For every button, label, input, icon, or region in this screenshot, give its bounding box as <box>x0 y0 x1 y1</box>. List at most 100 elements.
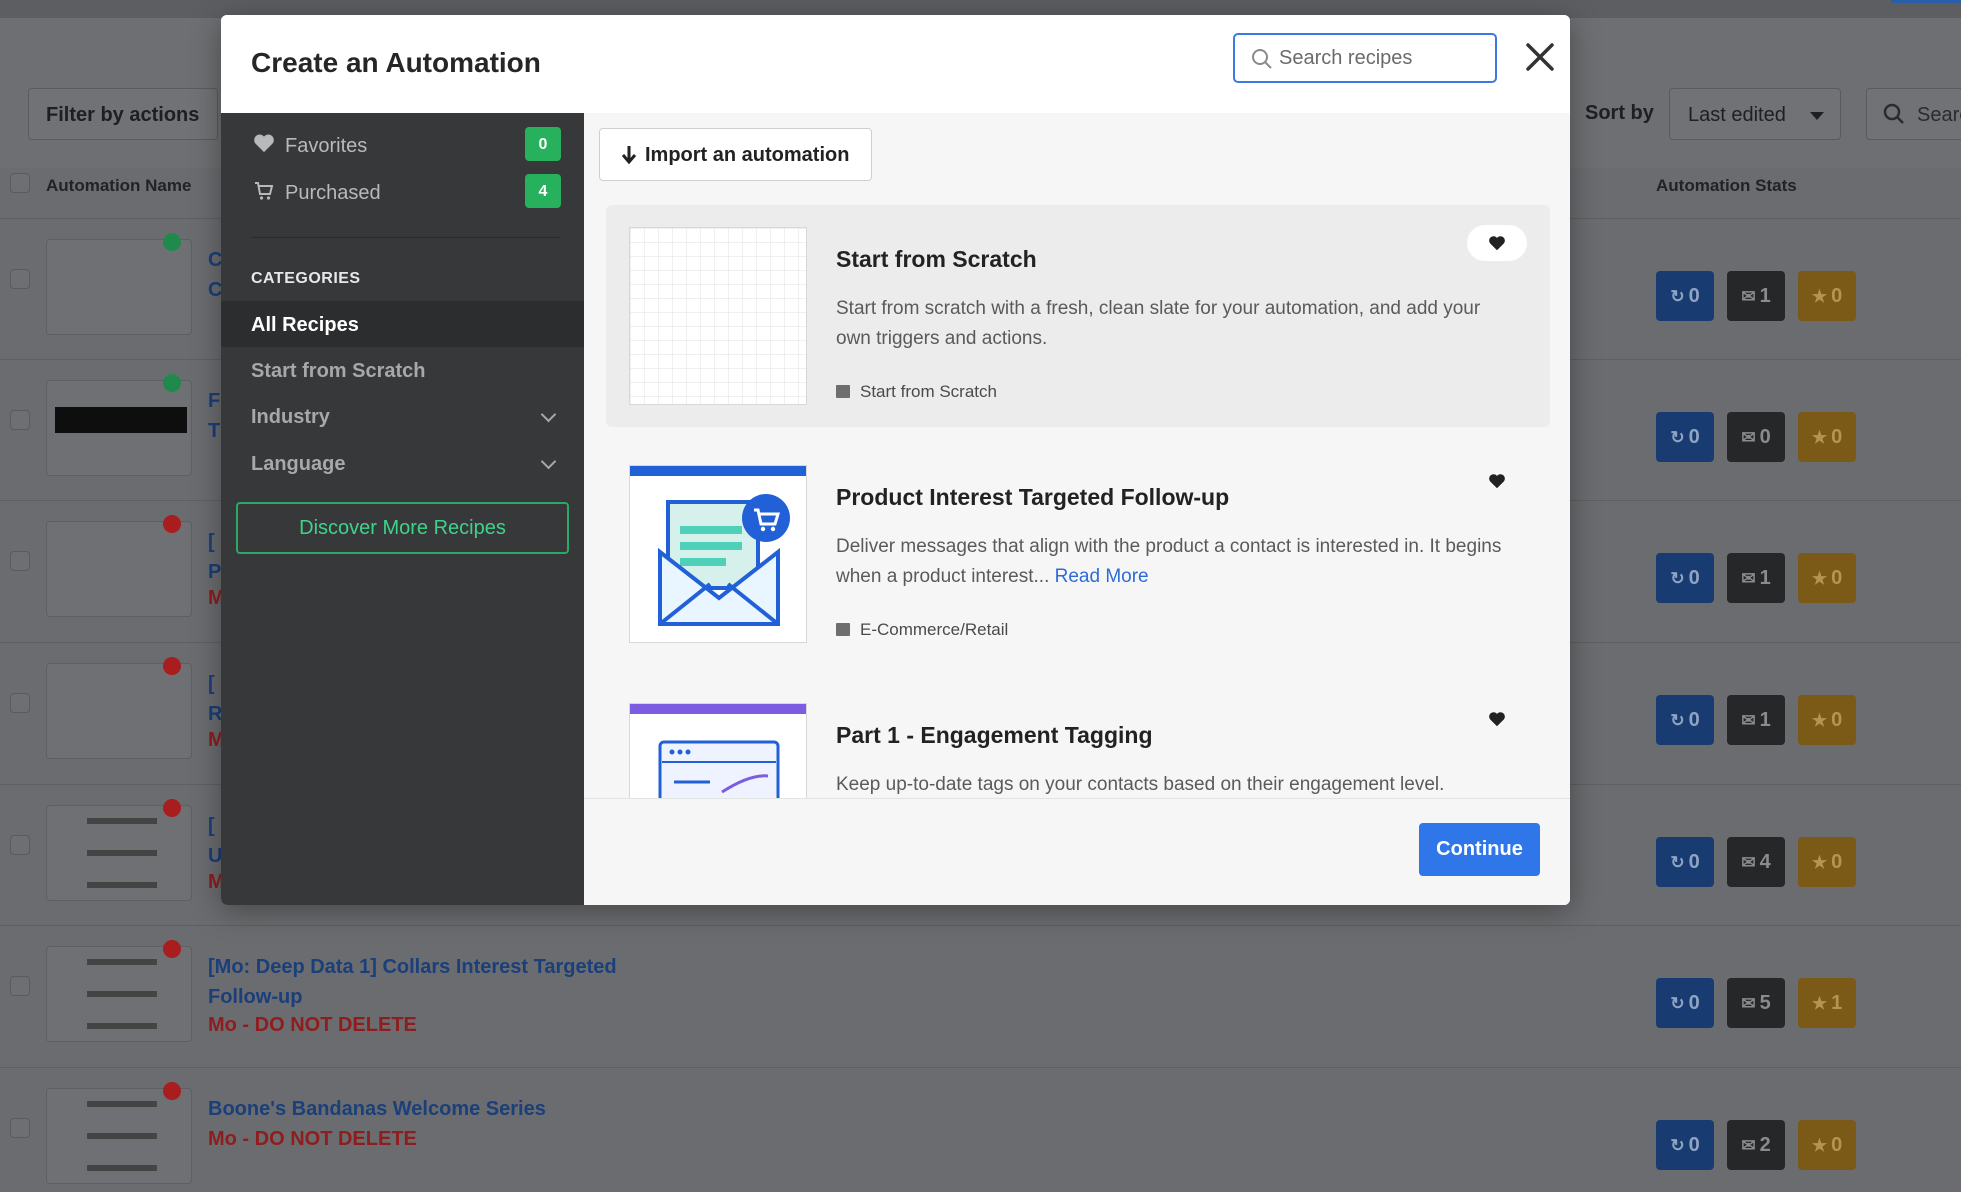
automation-row[interactable]: Boone's Bandanas Welcome Series Mo - DO N… <box>0 1067 1961 1192</box>
row-checkbox[interactable] <box>10 1118 30 1138</box>
row-checkbox[interactable] <box>10 410 30 430</box>
grid-illustration <box>630 228 806 404</box>
stat-emails[interactable]: ✉ 1 <box>1727 553 1785 603</box>
read-more-link[interactable]: Read More <box>1055 566 1149 587</box>
col-automation-stats: Automation Stats <box>1656 176 1797 195</box>
heart-icon <box>1489 236 1505 251</box>
automation-thumbnail <box>46 946 192 1042</box>
stat-contacts[interactable]: ↻ 0 <box>1656 553 1714 603</box>
stat-goals[interactable]: ★ 0 <box>1798 695 1856 745</box>
stat-emails[interactable]: ✉ 0 <box>1727 412 1785 462</box>
status-dot <box>163 374 181 392</box>
sort-by-label: Sort by <box>1585 102 1654 124</box>
row-checkbox[interactable] <box>10 693 30 713</box>
favorite-button[interactable] <box>1467 701 1527 737</box>
recipe-search-field[interactable] <box>1233 33 1497 83</box>
stat-goals[interactable]: ★ 0 <box>1798 837 1856 887</box>
sidebar-item-all-recipes[interactable]: All Recipes <box>221 301 584 347</box>
envelope-icon: ✉ <box>1741 1136 1756 1155</box>
select-all-checkbox[interactable] <box>10 173 30 193</box>
purchased-filter[interactable]: Purchased 4 <box>251 172 561 212</box>
thumbnail-node <box>87 1165 157 1171</box>
automation-thumbnail <box>46 521 192 617</box>
recipe-sidebar: Favorites 0 Purchased 4 CATEGORIES All R… <box>221 113 584 905</box>
envelope-icon: ✉ <box>1741 287 1756 306</box>
stat-contacts[interactable]: ↻ 0 <box>1656 695 1714 745</box>
sidebar-item-industry[interactable]: Industry <box>221 393 584 439</box>
recipe-thumbnail-envelope <box>629 465 807 643</box>
refresh-icon: ↻ <box>1670 853 1685 872</box>
automation-title[interactable]: Boone's Bandanas Welcome Series <box>208 1094 546 1124</box>
automation-row[interactable]: [Mo: Deep Data 1] Collars Interest Targe… <box>0 925 1961 1067</box>
modal-footer: Continue <box>584 798 1570 905</box>
sidebar-divider <box>251 237 561 238</box>
automation-title[interactable]: [Mo: Deep Data 1] Collars Interest Targe… <box>208 952 617 1012</box>
row-checkbox[interactable] <box>10 835 30 855</box>
thumbnail-node <box>87 991 157 997</box>
envelope-icon: ✉ <box>1741 428 1756 447</box>
stat-goals[interactable]: ★ 1 <box>1798 978 1856 1028</box>
stat-emails[interactable]: ✉ 2 <box>1727 1120 1785 1170</box>
heart-icon <box>254 134 274 153</box>
status-dot <box>163 515 181 533</box>
stat-contacts[interactable]: ↻ 0 <box>1656 271 1714 321</box>
background-search-input[interactable]: Searc <box>1866 88 1961 140</box>
row-checkbox[interactable] <box>10 976 30 996</box>
automation-title[interactable]: FT <box>208 386 220 446</box>
import-automation-button[interactable]: Import an automation <box>599 128 872 181</box>
favorite-button[interactable] <box>1467 225 1527 261</box>
recipe-card-start-from-scratch[interactable]: Start from Scratch Start from scratch wi… <box>606 205 1550 427</box>
recipe-description-text: Deliver messages that align with the pro… <box>836 536 1502 587</box>
close-icon[interactable] <box>1523 40 1557 74</box>
sidebar-item-language[interactable]: Language <box>221 440 584 486</box>
thumbnail-node <box>87 1101 157 1107</box>
automation-thumbnail <box>46 663 192 759</box>
stat-emails[interactable]: ✉ 1 <box>1727 695 1785 745</box>
automation-thumbnail <box>46 1088 192 1184</box>
stat-emails[interactable]: ✉ 1 <box>1727 271 1785 321</box>
recipe-search-input[interactable] <box>1279 43 1489 73</box>
envelope-icon: ✉ <box>1741 569 1756 588</box>
automation-thumbnail <box>46 805 192 901</box>
purchased-label: Purchased <box>285 182 381 204</box>
sort-select[interactable]: Last edited <box>1669 88 1841 140</box>
stat-contacts[interactable]: ↻ 0 <box>1656 1120 1714 1170</box>
stat-goals[interactable]: ★ 0 <box>1798 412 1856 462</box>
sidebar-item-label: Language <box>251 453 346 475</box>
stat-goals[interactable]: ★ 0 <box>1798 1120 1856 1170</box>
sidebar-item-start-from-scratch[interactable]: Start from Scratch <box>221 347 584 393</box>
refresh-icon: ↻ <box>1670 428 1685 447</box>
refresh-icon: ↻ <box>1670 711 1685 730</box>
recipe-title: Product Interest Targeted Follow-up <box>836 484 1230 510</box>
favorites-filter[interactable]: Favorites 0 <box>251 125 561 165</box>
refresh-icon: ↻ <box>1670 1136 1685 1155</box>
stat-contacts[interactable]: ↻ 0 <box>1656 978 1714 1028</box>
row-checkbox[interactable] <box>10 551 30 571</box>
recipe-thumbnail-grid <box>629 227 807 405</box>
stat-goals[interactable]: ★ 0 <box>1798 271 1856 321</box>
thumbnail-node <box>87 1133 157 1139</box>
stat-contacts[interactable]: ↻ 0 <box>1656 412 1714 462</box>
stat-contacts[interactable]: ↻ 0 <box>1656 837 1714 887</box>
cart-icon <box>255 182 274 200</box>
favorite-button[interactable] <box>1467 463 1527 499</box>
recipe-card-product-interest[interactable]: Product Interest Targeted Follow-up Deli… <box>606 443 1550 665</box>
status-dot <box>163 1082 181 1100</box>
stat-emails[interactable]: ✉ 4 <box>1727 837 1785 887</box>
sidebar-item-label: All Recipes <box>251 314 359 336</box>
trophy-icon: ★ <box>1811 287 1828 306</box>
continue-button[interactable]: Continue <box>1419 823 1540 876</box>
automation-subtitle: Mo - DO NOT DELETE <box>208 1128 417 1150</box>
recipe-card-engagement-tagging[interactable]: Part 1 - Engagement Tagging Keep up-to-d… <box>606 681 1550 798</box>
stat-goals[interactable]: ★ 0 <box>1798 553 1856 603</box>
row-checkbox[interactable] <box>10 269 30 289</box>
status-dot <box>163 799 181 817</box>
thumbnail-node <box>87 959 157 965</box>
automation-title[interactable]: [P <box>208 527 221 587</box>
search-icon <box>1883 103 1904 124</box>
discover-more-recipes-button[interactable]: Discover More Recipes <box>236 502 569 554</box>
status-dot <box>163 940 181 958</box>
automation-subtitle: Mo - DO NOT DELETE <box>208 1014 417 1036</box>
filter-by-actions-button[interactable]: Filter by actions <box>28 88 218 140</box>
stat-emails[interactable]: ✉ 5 <box>1727 978 1785 1028</box>
